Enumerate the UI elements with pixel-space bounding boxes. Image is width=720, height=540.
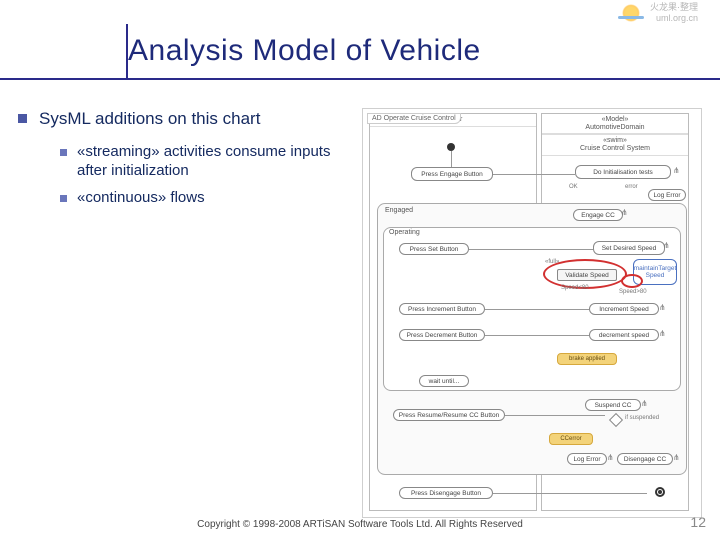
label-engaged: Engaged <box>385 207 413 214</box>
flow-line <box>469 249 593 250</box>
copyright-text: Copyright © 1998-2008 ARTiSAN Software T… <box>0 519 720 530</box>
square-bullet-icon <box>18 114 27 123</box>
title-area: Analysis Model of Vehicle <box>0 0 720 94</box>
flow-line <box>493 493 647 494</box>
rake-icon: ⋔ <box>673 166 680 175</box>
label-error: error <box>625 184 638 190</box>
rake-icon: ⋔ <box>659 329 666 338</box>
sub-bullet-2: «continuous» flows <box>77 189 205 208</box>
diagram-column: Driver «Model» AutomotiveDomain «swim» C… <box>362 108 702 518</box>
highlight-ring-2 <box>621 274 643 288</box>
box-press-disengage: Press Disengage Button <box>399 487 493 499</box>
label-ok: OK <box>569 184 578 190</box>
rake-icon: ⋔ <box>663 241 670 250</box>
bullet-level2: «continuous» flows <box>60 189 348 208</box>
lane-subtitle-swim: «swim» Cruise Control System <box>542 134 688 155</box>
square-bullet-small-icon <box>60 195 67 202</box>
label-speed-gt: Speed>80 <box>619 289 647 295</box>
box-press-engage: Press Engage Button <box>411 167 493 181</box>
rake-icon: ⋔ <box>607 453 614 462</box>
label-speed-lt: Speed<80 <box>561 285 589 291</box>
activity-diagram: Driver «Model» AutomotiveDomain «swim» C… <box>362 108 702 518</box>
box-press-resume: Press Resume/Resume CC Button <box>393 409 505 421</box>
box-disengage: Disengage CC <box>617 453 673 465</box>
square-bullet-small-icon <box>60 149 67 156</box>
flow-line <box>493 174 575 175</box>
final-node-icon <box>655 487 665 497</box>
label-if-suspended: if suspended <box>625 415 659 421</box>
bullet-level2: «streaming» activities consume inputs af… <box>60 143 348 181</box>
rake-icon: ⋔ <box>641 399 648 408</box>
box-ccerror: CCerror <box>549 433 593 445</box>
page-number: 12 <box>690 514 706 530</box>
diagram-header-tab: AD Operate Cruise Control <box>367 113 461 124</box>
box-press-decrement: Press Decrement Button <box>399 329 485 341</box>
box-engage-cc: Engage CC <box>573 209 623 221</box>
title-rule-vertical <box>126 24 128 78</box>
box-log-error-top: Log Error <box>648 189 686 201</box>
body: SysML additions on this chart «streaming… <box>0 94 720 518</box>
footer: Copyright © 1998-2008 ARTiSAN Software T… <box>0 519 720 530</box>
box-set-desired: Set Desired Speed <box>593 241 665 255</box>
bullet-main-text: SysML additions on this chart <box>39 108 260 129</box>
text-column: SysML additions on this chart «streaming… <box>18 108 348 518</box>
rake-icon: ⋔ <box>621 208 628 217</box>
box-press-set: Press Set Button <box>399 243 469 255</box>
flow-line <box>485 335 589 336</box>
lane-title-domain: «Model» AutomotiveDomain <box>542 114 688 134</box>
box-wait-until: wait until... <box>419 375 469 387</box>
label-operating: Operating <box>389 229 420 236</box>
rake-icon: ⋔ <box>673 453 680 462</box>
initial-node-icon <box>447 143 455 151</box>
flow-line <box>451 151 452 167</box>
box-decrement: decrement speed <box>589 329 659 341</box>
flow-line <box>505 415 605 416</box>
box-press-increment: Press Increment Button <box>399 303 485 315</box>
sub-bullet-1: «streaming» activities consume inputs af… <box>77 143 348 181</box>
box-do-init: Do Initialisation tests <box>575 165 671 179</box>
box-increment: Increment Speed <box>589 303 659 315</box>
rake-icon: ⋔ <box>659 303 666 312</box>
box-log-error-bot: Log Error <box>567 453 607 465</box>
title-rule-horizontal <box>0 78 720 80</box>
box-brake-applied: brake applied <box>557 353 617 365</box>
box-suspend: Suspend CC <box>585 399 641 411</box>
slide-title: Analysis Model of Vehicle <box>128 34 720 68</box>
flow-line <box>485 309 589 310</box>
bullet-level1: SysML additions on this chart <box>18 108 348 129</box>
